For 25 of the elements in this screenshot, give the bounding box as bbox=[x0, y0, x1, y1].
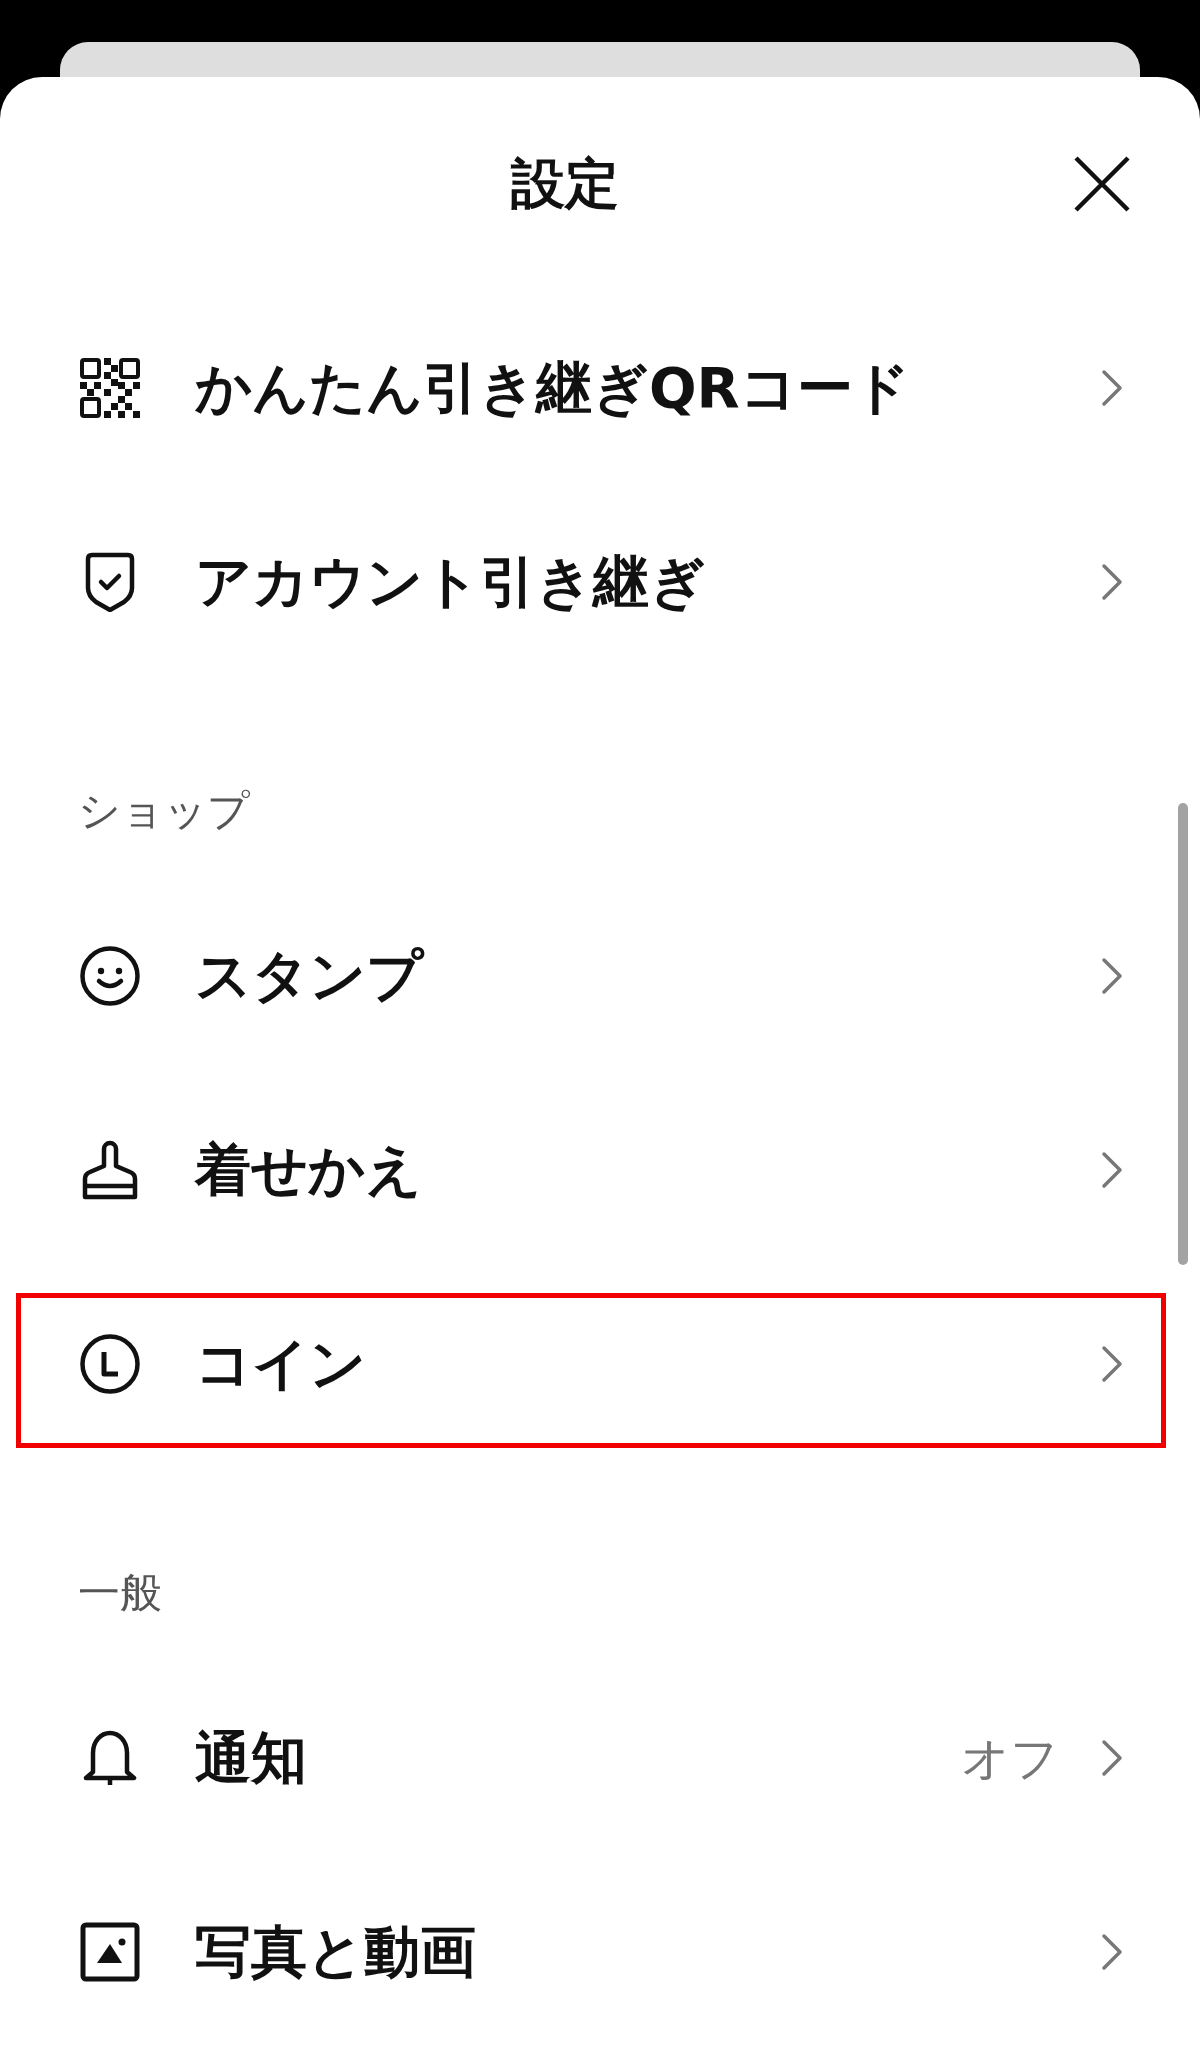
section-heading: 一般 bbox=[77, 1567, 163, 1619]
stamp-icon bbox=[80, 1140, 140, 1200]
chevron-icon bbox=[1101, 957, 1123, 995]
chevron-icon bbox=[1101, 1151, 1123, 1189]
image-icon bbox=[80, 1922, 140, 1982]
settings-item[interactable]: スタンプ bbox=[0, 879, 1200, 1073]
chevron-icon bbox=[1101, 1345, 1123, 1383]
settings-item[interactable]: 着せかえ bbox=[0, 1073, 1200, 1267]
section-heading: ショップ bbox=[77, 785, 251, 837]
settings-item[interactable]: コイン bbox=[0, 1267, 1200, 1461]
sheet-title: 設定 bbox=[511, 152, 619, 216]
chevron-icon bbox=[1101, 1739, 1123, 1777]
close-button[interactable] bbox=[1074, 156, 1130, 212]
settings-item[interactable]: アカウント引き継ぎ bbox=[0, 485, 1200, 679]
smiley-icon bbox=[80, 946, 140, 1006]
qr-code-icon bbox=[80, 358, 140, 418]
chevron-icon bbox=[1101, 563, 1123, 601]
status-value: オフ bbox=[961, 1729, 1059, 1788]
chevron-icon bbox=[1101, 1933, 1123, 1971]
chevron-icon bbox=[1101, 369, 1123, 407]
settings-item[interactable]: 写真と動画 bbox=[0, 1855, 1200, 2049]
close-icon bbox=[1074, 156, 1130, 212]
settings-item[interactable]: 通知 オフ bbox=[0, 1661, 1200, 1855]
settings-item[interactable]: かんたん引き継ぎQRコード bbox=[0, 291, 1200, 485]
circle-l-icon bbox=[80, 1334, 140, 1394]
